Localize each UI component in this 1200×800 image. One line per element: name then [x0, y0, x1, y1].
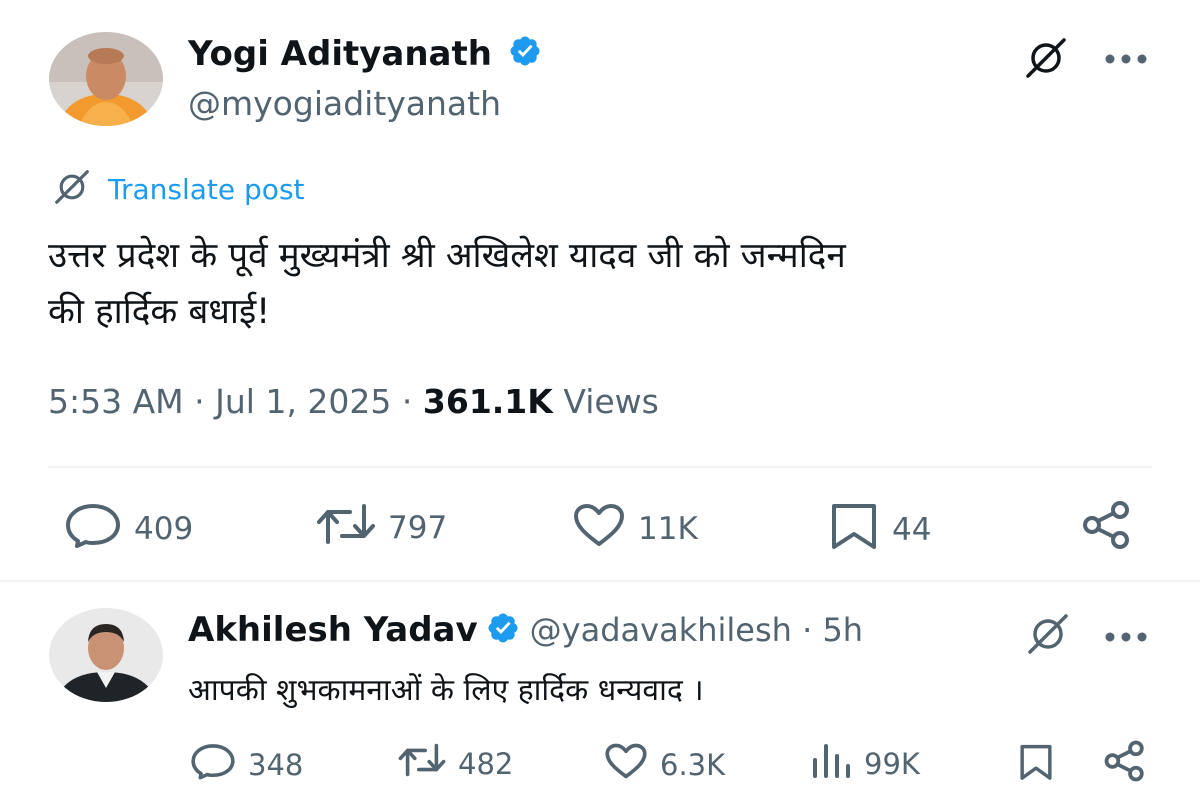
share-button[interactable]: [1080, 500, 1146, 558]
like-icon: [604, 742, 660, 787]
meta-separator: ·: [401, 382, 423, 421]
post-meta: 5:53 AM · Jul 1, 2025 · 361.1K Views: [48, 382, 659, 421]
avatar-akhilesh[interactable]: [49, 608, 163, 702]
more-icon[interactable]: [1104, 50, 1148, 69]
repost-icon: [398, 742, 458, 785]
more-icon[interactable]: [1104, 628, 1148, 647]
verified-badge-icon: [508, 34, 542, 77]
reply-bookmark-button[interactable]: [1016, 742, 1068, 790]
reply-handle-time[interactable]: @yadavakhilesh · 5h: [530, 611, 863, 649]
post-views-label: Views: [563, 382, 659, 421]
reply-button[interactable]: 409: [64, 502, 193, 556]
reply-repost-count: 482: [458, 746, 514, 781]
avatar-yogi[interactable]: [49, 32, 163, 126]
post-text: उत्तर प्रदेश के पूर्व मुख्यमंत्री श्री अ…: [48, 228, 1158, 340]
like-count: 11K: [638, 511, 698, 547]
post-time[interactable]: 5:53 AM: [48, 382, 184, 421]
reply-text: आपकी शुभकामनाओं के लिए हार्दिक धन्यवाद ।: [188, 673, 704, 708]
reply-like-count: 6.3K: [660, 747, 726, 782]
post-views-count: 361.1K: [422, 382, 553, 421]
repost-count: 797: [388, 510, 448, 546]
bookmark-icon: [1016, 742, 1068, 790]
like-button[interactable]: 11K: [572, 502, 698, 556]
reply-header: Akhilesh Yadav @yadavakhilesh · 5h: [188, 610, 863, 650]
reply-like-button[interactable]: 6.3K: [604, 742, 725, 787]
bookmark-button[interactable]: 44: [828, 502, 931, 558]
bookmark-icon: [828, 502, 892, 558]
reply-icon: [64, 502, 134, 556]
translate-post-link[interactable]: Translate post: [50, 169, 305, 209]
bookmark-count: 44: [892, 512, 932, 548]
translate-icon: [50, 169, 94, 209]
repost-button[interactable]: 797: [316, 502, 447, 554]
divider: [0, 580, 1200, 582]
post-author-name-text[interactable]: Yogi Adityanath: [188, 34, 492, 74]
like-icon: [572, 502, 638, 556]
translate-post-label[interactable]: Translate post: [108, 173, 305, 206]
verified-badge-icon: [486, 611, 520, 649]
post-author-handle[interactable]: @myogiadityanath: [188, 84, 501, 123]
share-icon: [1102, 740, 1160, 790]
meta-separator: ·: [194, 382, 216, 421]
reply-count: 409: [134, 511, 194, 547]
reply-share-button[interactable]: [1102, 740, 1160, 790]
views-icon: [810, 742, 864, 785]
reply-views-count: 99K: [864, 746, 920, 781]
reply-icon: [190, 742, 248, 787]
post-author-name[interactable]: Yogi Adityanath: [188, 34, 542, 77]
post-date[interactable]: Jul 1, 2025: [215, 382, 391, 421]
post-text-line-2: की हार्दिक बधाई!: [48, 292, 271, 332]
share-icon: [1080, 500, 1146, 558]
reply-repost-button[interactable]: 482: [398, 742, 513, 785]
reply-author-name[interactable]: Akhilesh Yadav: [188, 610, 478, 650]
post-text-line-1: उत्तर प्रदेश के पूर्व मुख्यमंत्री श्री अ…: [48, 236, 846, 276]
repost-icon: [316, 502, 388, 554]
reply-reply-button[interactable]: 348: [190, 742, 303, 787]
reply-views-button[interactable]: 99K: [810, 742, 920, 785]
grok-icon[interactable]: [1022, 38, 1070, 82]
reply-reply-count: 348: [248, 747, 304, 782]
divider: [48, 466, 1152, 468]
grok-icon[interactable]: [1024, 614, 1072, 658]
